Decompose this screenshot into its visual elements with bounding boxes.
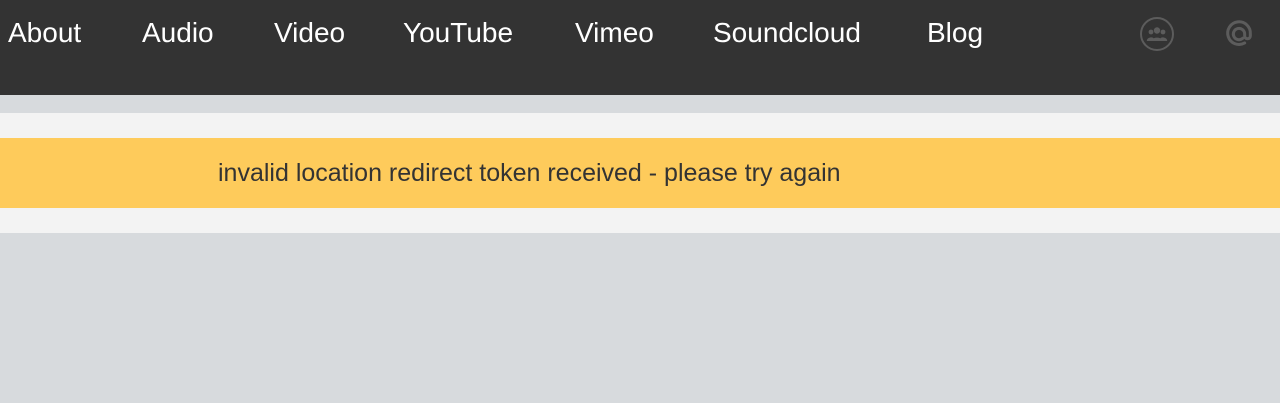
nav-item-blog[interactable]: Blog <box>927 17 983 49</box>
nav-item-soundcloud[interactable]: Soundcloud <box>713 17 861 49</box>
top-navigation-bar: About Audio Video YouTube Vimeo Soundclo… <box>0 0 1280 95</box>
nav-item-vimeo[interactable]: Vimeo <box>575 17 654 49</box>
at-sign-icon[interactable] <box>1222 17 1256 51</box>
content-band-top <box>0 113 1280 138</box>
alert-message: invalid location redirect token received… <box>218 159 841 187</box>
community-icon[interactable] <box>1140 17 1174 51</box>
nav-item-youtube[interactable]: YouTube <box>403 17 513 49</box>
nav-item-about[interactable]: About <box>8 17 81 49</box>
nav-item-audio[interactable]: Audio <box>142 17 214 49</box>
content-band-bottom <box>0 208 1280 233</box>
nav-item-video[interactable]: Video <box>274 17 345 49</box>
warning-alert: invalid location redirect token received… <box>0 138 1280 208</box>
